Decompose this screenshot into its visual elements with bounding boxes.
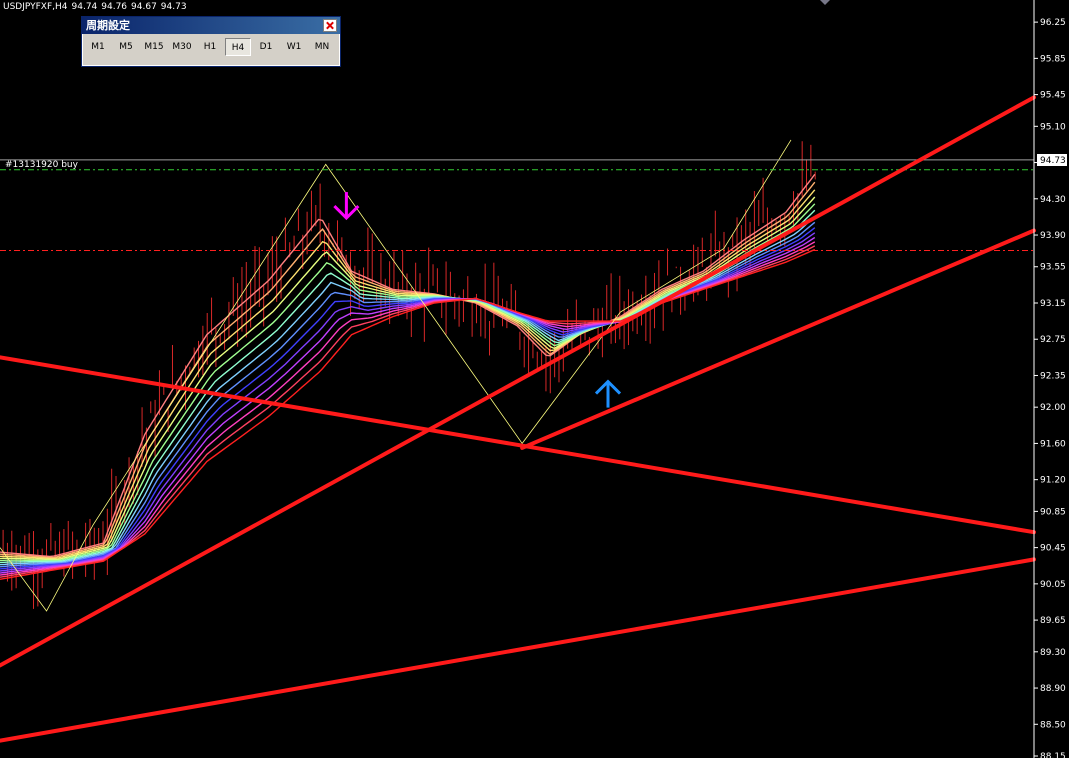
y-tick-label: 95.45 (1040, 91, 1066, 101)
trendline (520, 228, 1036, 450)
period-settings-dialog[interactable]: 周期設定 M1 M5 M15 M30 H1 H4 D1 W1 MN (81, 16, 341, 67)
trendline (0, 95, 1036, 668)
y-tick-label: 91.20 (1040, 476, 1066, 486)
close-icon[interactable] (323, 19, 337, 32)
horizontal-lines-layer (0, 159, 1034, 251)
y-tick-label: 96.25 (1040, 18, 1066, 28)
low-value: 94.67 (131, 2, 157, 12)
close-value: 94.73 (160, 2, 187, 12)
chart-header: USDJPYFXF,H4 94.74 94.76 94.67 94.73 (3, 2, 191, 12)
up-arrow-icon (594, 379, 622, 408)
timeframe-button-d1[interactable]: D1 (253, 38, 279, 56)
y-tick-label: 92.35 (1040, 371, 1066, 381)
y-tick-label: 88.15 (1040, 752, 1066, 758)
y-tick-label: 88.50 (1040, 720, 1066, 730)
y-tick-label: 89.65 (1040, 616, 1066, 626)
timeframe-button-m30[interactable]: M30 (169, 38, 195, 56)
y-tick-label: 92.00 (1040, 403, 1066, 413)
dialog-title-bar[interactable]: 周期設定 (82, 17, 340, 34)
y-tick-label: 88.90 (1040, 684, 1066, 694)
price-chart[interactable]: 96.2595.8595.4595.1094.7094.3093.9093.55… (0, 0, 1069, 758)
y-tick-label: 92.75 (1040, 335, 1066, 345)
open-value: 94.74 (71, 2, 98, 12)
timeframe-button-h1[interactable]: H1 (197, 38, 223, 56)
ma-line (0, 215, 816, 566)
current-price-value: 94.73 (1040, 156, 1066, 166)
y-tick-label: 91.60 (1040, 439, 1066, 449)
y-tick-label: 93.90 (1040, 231, 1066, 241)
trendline (0, 557, 1036, 743)
dialog-title: 周期設定 (86, 19, 130, 32)
y-tick-label: 90.85 (1040, 507, 1066, 517)
timeframe-button-m15[interactable]: M15 (141, 38, 167, 56)
scroll-marker-icon (820, 0, 830, 5)
y-tick-label: 94.30 (1040, 195, 1066, 205)
y-tick-label: 93.15 (1040, 299, 1066, 309)
timeframe-bar: M1 M5 M15 M30 H1 H4 D1 W1 MN (82, 34, 340, 56)
y-tick-label: 95.10 (1040, 122, 1066, 132)
price-axis: 96.2595.8595.4595.1094.7094.3093.9093.55… (1033, 0, 1066, 758)
timeframe-button-mn[interactable]: MN (309, 38, 335, 56)
timeframe-button-h4[interactable]: H4 (225, 38, 251, 56)
ma-line (0, 173, 816, 558)
high-value: 94.76 (101, 2, 128, 12)
current-price-box: 94.73 (1037, 154, 1067, 166)
timeframe-button-w1[interactable]: W1 (281, 38, 307, 56)
ma-line (0, 181, 816, 559)
timeframe-button-m1[interactable]: M1 (85, 38, 111, 56)
y-tick-label: 90.45 (1040, 544, 1066, 554)
timeframe-button-m5[interactable]: M5 (113, 38, 139, 56)
y-tick-label: 89.30 (1040, 648, 1066, 658)
ma-line (0, 203, 816, 562)
symbol-label: USDJPYFXF,H4 (3, 2, 68, 12)
y-tick-label: 95.85 (1040, 54, 1066, 64)
order-label: #13131920 buy (5, 160, 79, 170)
y-tick-label: 90.05 (1040, 580, 1066, 590)
y-tick-label: 93.55 (1040, 263, 1066, 273)
